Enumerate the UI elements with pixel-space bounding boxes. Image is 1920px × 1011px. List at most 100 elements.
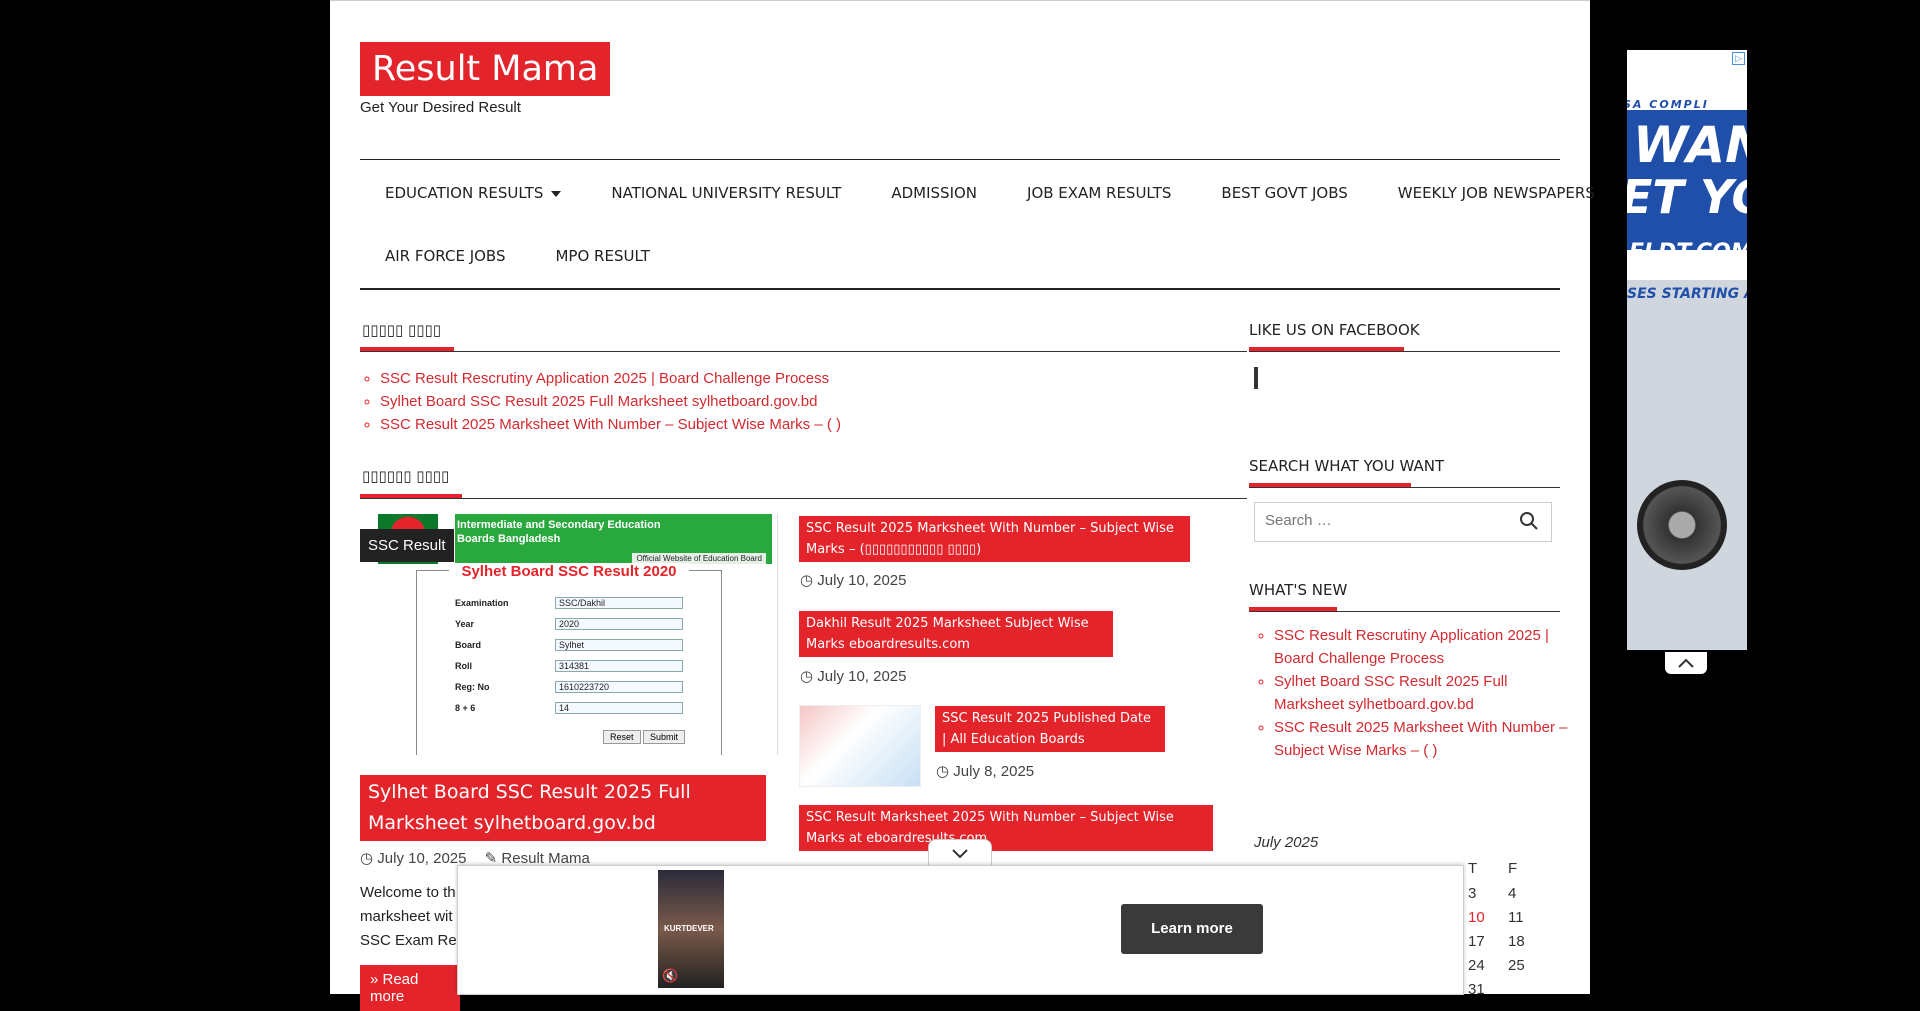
nav-air-force-jobs[interactable]: AIR FORCE JOBS xyxy=(360,246,530,266)
ad-choices-icon[interactable]: ▷ xyxy=(1732,52,1745,65)
calendar-day: 31 xyxy=(1468,981,1485,998)
post-date[interactable]: July 10, 2025 xyxy=(817,572,906,589)
latest-link[interactable]: SSC Result Rescrutiny Application 2025 |… xyxy=(380,370,829,387)
divider xyxy=(1249,487,1560,488)
image-submit: Submit xyxy=(643,730,686,744)
nav-national-university-result[interactable]: NATIONAL UNIVERSITY RESULT xyxy=(586,183,866,203)
image-form-row: Year 2020 xyxy=(455,618,695,630)
nav-job-exam-results[interactable]: JOB EXAM RESULTS xyxy=(1002,183,1196,203)
image-form-label: Year xyxy=(455,619,475,629)
calendar-day: 18 xyxy=(1508,933,1525,950)
post-meta: ◷ July 10, 2025 xyxy=(800,571,907,589)
search-input[interactable] xyxy=(1255,503,1505,538)
image-reset: Reset xyxy=(603,730,641,744)
divider xyxy=(1249,351,1560,352)
post-date[interactable]: July 10, 2025 xyxy=(817,668,906,685)
list-item: Sylhet Board SSC Result 2025 Full Marksh… xyxy=(1274,670,1574,716)
bottom-ad-collapse-tab[interactable] xyxy=(928,839,992,866)
ad-text: SA COMPLI xyxy=(1627,98,1709,111)
ad-text: ET YOUR xyxy=(1627,170,1747,224)
calendar-day: 4 xyxy=(1508,885,1517,902)
image-form-row: Examination SSC/Dakhil xyxy=(455,597,695,609)
facebook-embed-placeholder xyxy=(1254,367,1258,389)
search-widget-title: SEARCH WHAT YOU WANT xyxy=(1249,457,1445,475)
side-post-title[interactable]: SSC Result 2025 Marksheet With Number – … xyxy=(799,516,1190,562)
list-item: SSC Result 2025 Marksheet With Number – … xyxy=(1274,716,1574,762)
calendar-day: 3 xyxy=(1468,885,1477,902)
image-form-value: Sylhet xyxy=(555,639,683,651)
title-underline xyxy=(1249,347,1404,351)
whats-new-link[interactable]: SSC Result 2025 Marksheet With Number – … xyxy=(1274,719,1567,759)
ad-text: SES STARTING A xyxy=(1627,286,1747,302)
whats-new-title: WHAT'S NEW xyxy=(1249,581,1348,599)
nav-education-results[interactable]: EDUCATION RESULTS xyxy=(360,183,586,203)
search-icon[interactable] xyxy=(1519,511,1539,536)
calendar-day: 17 xyxy=(1468,933,1485,950)
read-more-button[interactable]: » Read more xyxy=(360,965,460,1011)
bottom-sticky-ad: KURTDEVER 🔇 Learn more xyxy=(457,865,1464,995)
learn-more-button[interactable]: Learn more xyxy=(1121,904,1263,954)
image-form-value: 314381 xyxy=(555,660,683,672)
image-form-title: Sylhet Board SSC Result 2020 xyxy=(449,563,689,580)
calendar-day: 24 xyxy=(1468,957,1485,974)
facebook-widget-title: LIKE US ON FACEBOOK xyxy=(1249,321,1420,339)
main-navigation: EDUCATION RESULTS NATIONAL UNIVERSITY RE… xyxy=(360,159,1595,290)
whats-new-link[interactable]: Sylhet Board SSC Result 2025 Full Marksh… xyxy=(1274,673,1507,713)
featured-post-title[interactable]: Sylhet Board SSC Result 2025 Full Marksh… xyxy=(360,775,766,841)
chevron-up-icon xyxy=(1678,658,1694,668)
image-form-value: 1610223720 xyxy=(555,681,683,693)
nav-mpo-result[interactable]: MPO RESULT xyxy=(530,246,674,266)
category-badge[interactable]: SSC Result xyxy=(360,529,454,562)
clock-icon: ◷ xyxy=(936,763,950,780)
title-underline xyxy=(1249,483,1411,487)
clock-icon: ◷ xyxy=(800,668,814,685)
search-box xyxy=(1254,502,1552,542)
post-date[interactable]: July 10, 2025 xyxy=(377,850,466,867)
title-underline xyxy=(1249,607,1337,611)
divider xyxy=(1249,611,1560,612)
post-meta: ◷ July 10, 2025 xyxy=(800,667,907,685)
image-form-value: SSC/Dakhil xyxy=(555,597,683,609)
post-date[interactable]: July 8, 2025 xyxy=(953,763,1034,780)
clock-icon: ◷ xyxy=(360,850,374,867)
side-post-title[interactable]: SSC Result Marksheet 2025 With Number – … xyxy=(799,805,1213,851)
latest-link[interactable]: SSC Result 2025 Marksheet With Number – … xyxy=(380,416,841,433)
list-item: SSC Result Rescrutiny Application 2025 |… xyxy=(1274,624,1574,670)
image-form-row: 8 + 6 14 xyxy=(455,702,695,714)
image-form-row: Board Sylhet xyxy=(455,639,695,651)
right-ad-banner[interactable]: SA COMPLI WANT ET YOUR ELDT.COM SES STAR… xyxy=(1627,50,1747,650)
ad-collapse-tab[interactable] xyxy=(1665,652,1707,674)
calendar-header: T xyxy=(1468,860,1478,877)
chevron-down-icon xyxy=(551,190,562,197)
image-form-row: Roll 314381 xyxy=(455,660,695,672)
image-form-label: Reg: No xyxy=(455,682,490,692)
whats-new-list: SSC Result Rescrutiny Application 2025 |… xyxy=(1254,624,1574,762)
calendar-day: 25 xyxy=(1508,957,1525,974)
image-form-box: Sylhet Board SSC Result 2020 Examination… xyxy=(416,563,722,755)
calendar-day-link[interactable]: 10 xyxy=(1468,909,1485,926)
side-post-thumbnail[interactable] xyxy=(799,705,921,787)
ad-text: WANT xyxy=(1633,116,1747,174)
side-post-title[interactable]: SSC Result 2025 Published Date | All Edu… xyxy=(935,706,1165,752)
ad-text: ELDT.COM xyxy=(1629,240,1747,265)
ad-video-thumbnail[interactable]: KURTDEVER 🔇 xyxy=(658,870,724,988)
list-item: SSC Result 2025 Marksheet With Number – … xyxy=(380,413,841,436)
nav-label: EDUCATION RESULTS xyxy=(385,184,544,202)
side-post-title[interactable]: Dakhil Result 2025 Marksheet Subject Wis… xyxy=(799,611,1113,657)
post-meta: ◷ July 8, 2025 xyxy=(936,762,1034,780)
latest-link[interactable]: Sylhet Board SSC Result 2025 Full Marksh… xyxy=(380,393,817,410)
calendar-caption: July 2025 xyxy=(1254,834,1319,851)
featured-section-title: ▯▯▯▯▯▯ ▯▯▯▯ xyxy=(362,467,450,485)
mute-icon[interactable]: 🔇 xyxy=(662,968,678,984)
calendar-day: 11 xyxy=(1508,909,1524,926)
image-form-label: Roll xyxy=(455,661,472,671)
site-logo[interactable]: Result Mama xyxy=(360,42,611,96)
nav-best-govt-jobs[interactable]: BEST GOVT JOBS xyxy=(1196,183,1372,203)
whats-new-link[interactable]: SSC Result Rescrutiny Application 2025 |… xyxy=(1274,627,1549,667)
nav-weekly-job-newspapers[interactable]: WEEKLY JOB NEWSPAPERS xyxy=(1373,183,1620,203)
divider xyxy=(360,351,1247,352)
nav-admission[interactable]: ADMISSION xyxy=(866,183,1002,203)
divider xyxy=(360,498,1247,499)
image-header-band: Intermediate and Secondary Education Boa… xyxy=(455,514,772,564)
image-form-value: 14 xyxy=(555,702,683,714)
